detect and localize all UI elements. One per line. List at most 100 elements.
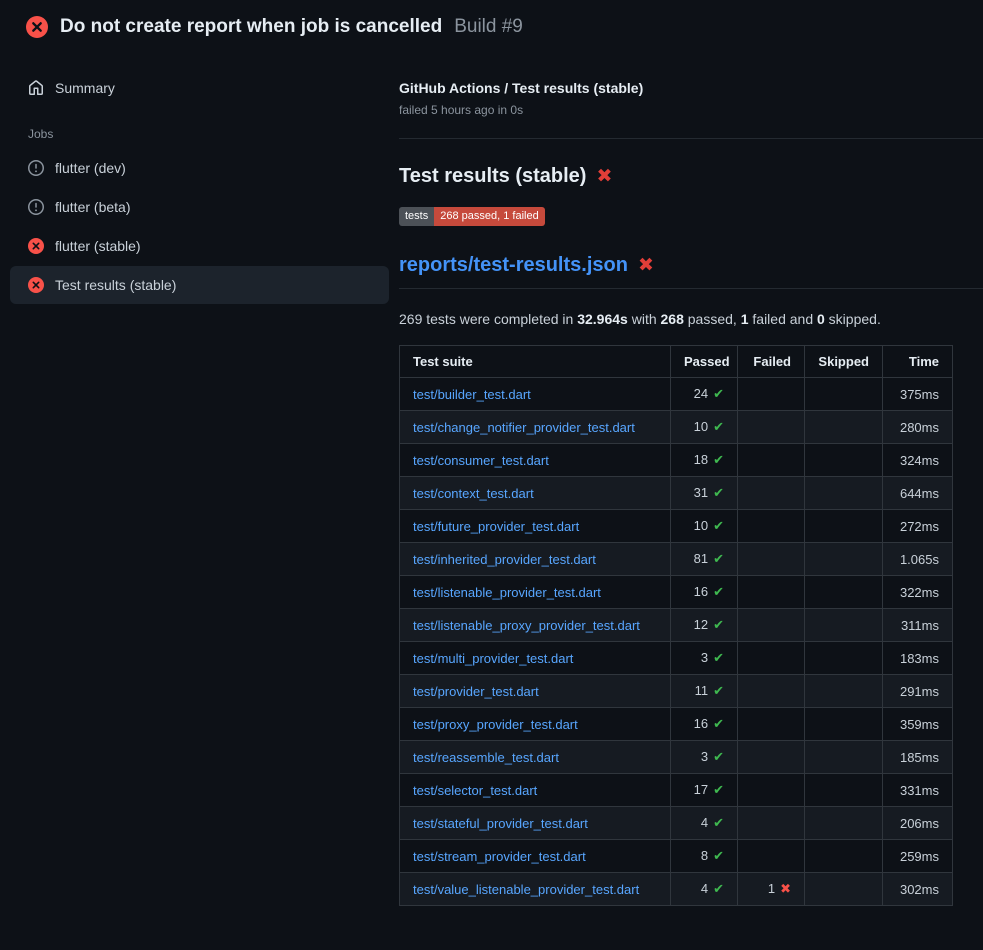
suite-cell: test/context_test.dart: [400, 477, 671, 510]
test-suite-link[interactable]: test/multi_provider_test.dart: [413, 651, 573, 666]
skipped-cell: [805, 642, 883, 675]
time-cell: 183ms: [883, 642, 953, 675]
test-suite-link[interactable]: test/builder_test.dart: [413, 387, 531, 402]
sidebar-item-flutter-beta[interactable]: flutter (beta): [10, 188, 389, 226]
sidebar-item-label: flutter (beta): [55, 199, 130, 215]
report-file-link[interactable]: reports/test-results.json: [399, 254, 628, 277]
results-table-body: test/builder_test.dart 24✔ 375ms test/ch…: [400, 378, 953, 906]
passed-cell: 16✔: [671, 708, 738, 741]
time-cell: 280ms: [883, 411, 953, 444]
check-icon: ✔: [713, 782, 724, 797]
check-icon: ✔: [713, 815, 724, 830]
test-suite-link[interactable]: test/provider_test.dart: [413, 684, 539, 699]
table-row: test/inherited_provider_test.dart 81✔ 1.…: [400, 543, 953, 576]
test-suite-link[interactable]: test/reassemble_test.dart: [413, 750, 559, 765]
cross-mark-icon: ✖: [596, 167, 612, 186]
table-row: test/selector_test.dart 17✔ 331ms: [400, 774, 953, 807]
x-icon: ✖: [780, 881, 791, 896]
failed-cell: [738, 543, 805, 576]
test-suite-link[interactable]: test/listenable_proxy_provider_test.dart: [413, 618, 640, 633]
jobs-sidebar: Summary Jobs flutter (dev) flutter (beta…: [0, 52, 399, 305]
failed-cell: [738, 411, 805, 444]
check-icon: ✔: [713, 716, 724, 731]
passed-cell: 17✔: [671, 774, 738, 807]
time-cell: 375ms: [883, 378, 953, 411]
passed-cell: 81✔: [671, 543, 738, 576]
failed-status-icon: [26, 16, 48, 38]
passed-cell: 3✔: [671, 741, 738, 774]
skipped-cell: [805, 840, 883, 873]
test-suite-link[interactable]: test/stream_provider_test.dart: [413, 849, 586, 864]
passed-cell: 10✔: [671, 510, 738, 543]
sidebar-item-summary[interactable]: Summary: [10, 69, 389, 107]
skipped-cell: [805, 543, 883, 576]
failed-status-icon: [28, 277, 44, 293]
test-results-table: Test suite Passed Failed Skipped Time te…: [399, 345, 953, 906]
failed-cell: [738, 609, 805, 642]
skipped-cell: [805, 609, 883, 642]
suite-cell: test/builder_test.dart: [400, 378, 671, 411]
sidebar-item-label: flutter (stable): [55, 238, 141, 254]
test-suite-link[interactable]: test/listenable_provider_test.dart: [413, 585, 601, 600]
badge-label: tests: [399, 207, 434, 226]
suite-cell: test/listenable_provider_test.dart: [400, 576, 671, 609]
table-row: test/multi_provider_test.dart 3✔ 183ms: [400, 642, 953, 675]
suite-cell: test/proxy_provider_test.dart: [400, 708, 671, 741]
passed-cell: 24✔: [671, 378, 738, 411]
passed-cell: 12✔: [671, 609, 738, 642]
test-suite-link[interactable]: test/value_listenable_provider_test.dart: [413, 882, 639, 897]
suite-cell: test/multi_provider_test.dart: [400, 642, 671, 675]
table-row: test/listenable_provider_test.dart 16✔ 3…: [400, 576, 953, 609]
jobs-section-label: Jobs: [10, 127, 389, 141]
passed-cell: 18✔: [671, 444, 738, 477]
table-row: test/context_test.dart 31✔ 644ms: [400, 477, 953, 510]
failed-cell: [738, 708, 805, 741]
test-suite-link[interactable]: test/consumer_test.dart: [413, 453, 549, 468]
time-cell: 359ms: [883, 708, 953, 741]
test-suite-link[interactable]: test/change_notifier_provider_test.dart: [413, 420, 635, 435]
failed-cell: [738, 774, 805, 807]
time-cell: 331ms: [883, 774, 953, 807]
suite-cell: test/stream_provider_test.dart: [400, 840, 671, 873]
tests-badge: tests 268 passed, 1 failed: [399, 207, 545, 226]
suite-cell: test/consumer_test.dart: [400, 444, 671, 477]
failed-cell: [738, 378, 805, 411]
neutral-status-icon: [28, 160, 44, 176]
sidebar-item-flutter-stable[interactable]: flutter (stable): [10, 227, 389, 265]
check-icon: ✔: [713, 848, 724, 863]
table-row: test/reassemble_test.dart 3✔ 185ms: [400, 741, 953, 774]
sidebar-item-test-results-stable[interactable]: Test results (stable): [10, 266, 389, 304]
divider: [399, 138, 983, 139]
table-row: test/stream_provider_test.dart 8✔ 259ms: [400, 840, 953, 873]
column-header-failed: Failed: [738, 346, 805, 378]
test-suite-link[interactable]: test/inherited_provider_test.dart: [413, 552, 596, 567]
skipped-cell: [805, 378, 883, 411]
time-cell: 185ms: [883, 741, 953, 774]
report-heading: reports/test-results.json ✖: [399, 254, 983, 289]
tests-summary-line: 269 tests were completed in 32.964s with…: [399, 311, 983, 327]
passed-cell: 10✔: [671, 411, 738, 444]
failed-cell: [738, 807, 805, 840]
suite-cell: test/listenable_proxy_provider_test.dart: [400, 609, 671, 642]
passed-cell: 4✔: [671, 873, 738, 906]
test-suite-link[interactable]: test/context_test.dart: [413, 486, 534, 501]
time-cell: 322ms: [883, 576, 953, 609]
check-title: Test results (stable) ✖: [399, 165, 983, 188]
failed-cell: [738, 642, 805, 675]
time-cell: 1.065s: [883, 543, 953, 576]
failed-status-icon: [28, 238, 44, 254]
skipped-cell: [805, 708, 883, 741]
test-suite-link[interactable]: test/proxy_provider_test.dart: [413, 717, 578, 732]
check-icon: ✔: [713, 485, 724, 500]
check-icon: ✔: [713, 749, 724, 764]
sidebar-item-flutter-dev[interactable]: flutter (dev): [10, 149, 389, 187]
failed-cell: [738, 840, 805, 873]
time-cell: 644ms: [883, 477, 953, 510]
test-suite-link[interactable]: test/stateful_provider_test.dart: [413, 816, 588, 831]
test-suite-link[interactable]: test/selector_test.dart: [413, 783, 537, 798]
check-icon: ✔: [713, 419, 724, 434]
failed-cell: [738, 741, 805, 774]
skipped-cell: [805, 411, 883, 444]
skipped-cell: [805, 873, 883, 906]
test-suite-link[interactable]: test/future_provider_test.dart: [413, 519, 579, 534]
